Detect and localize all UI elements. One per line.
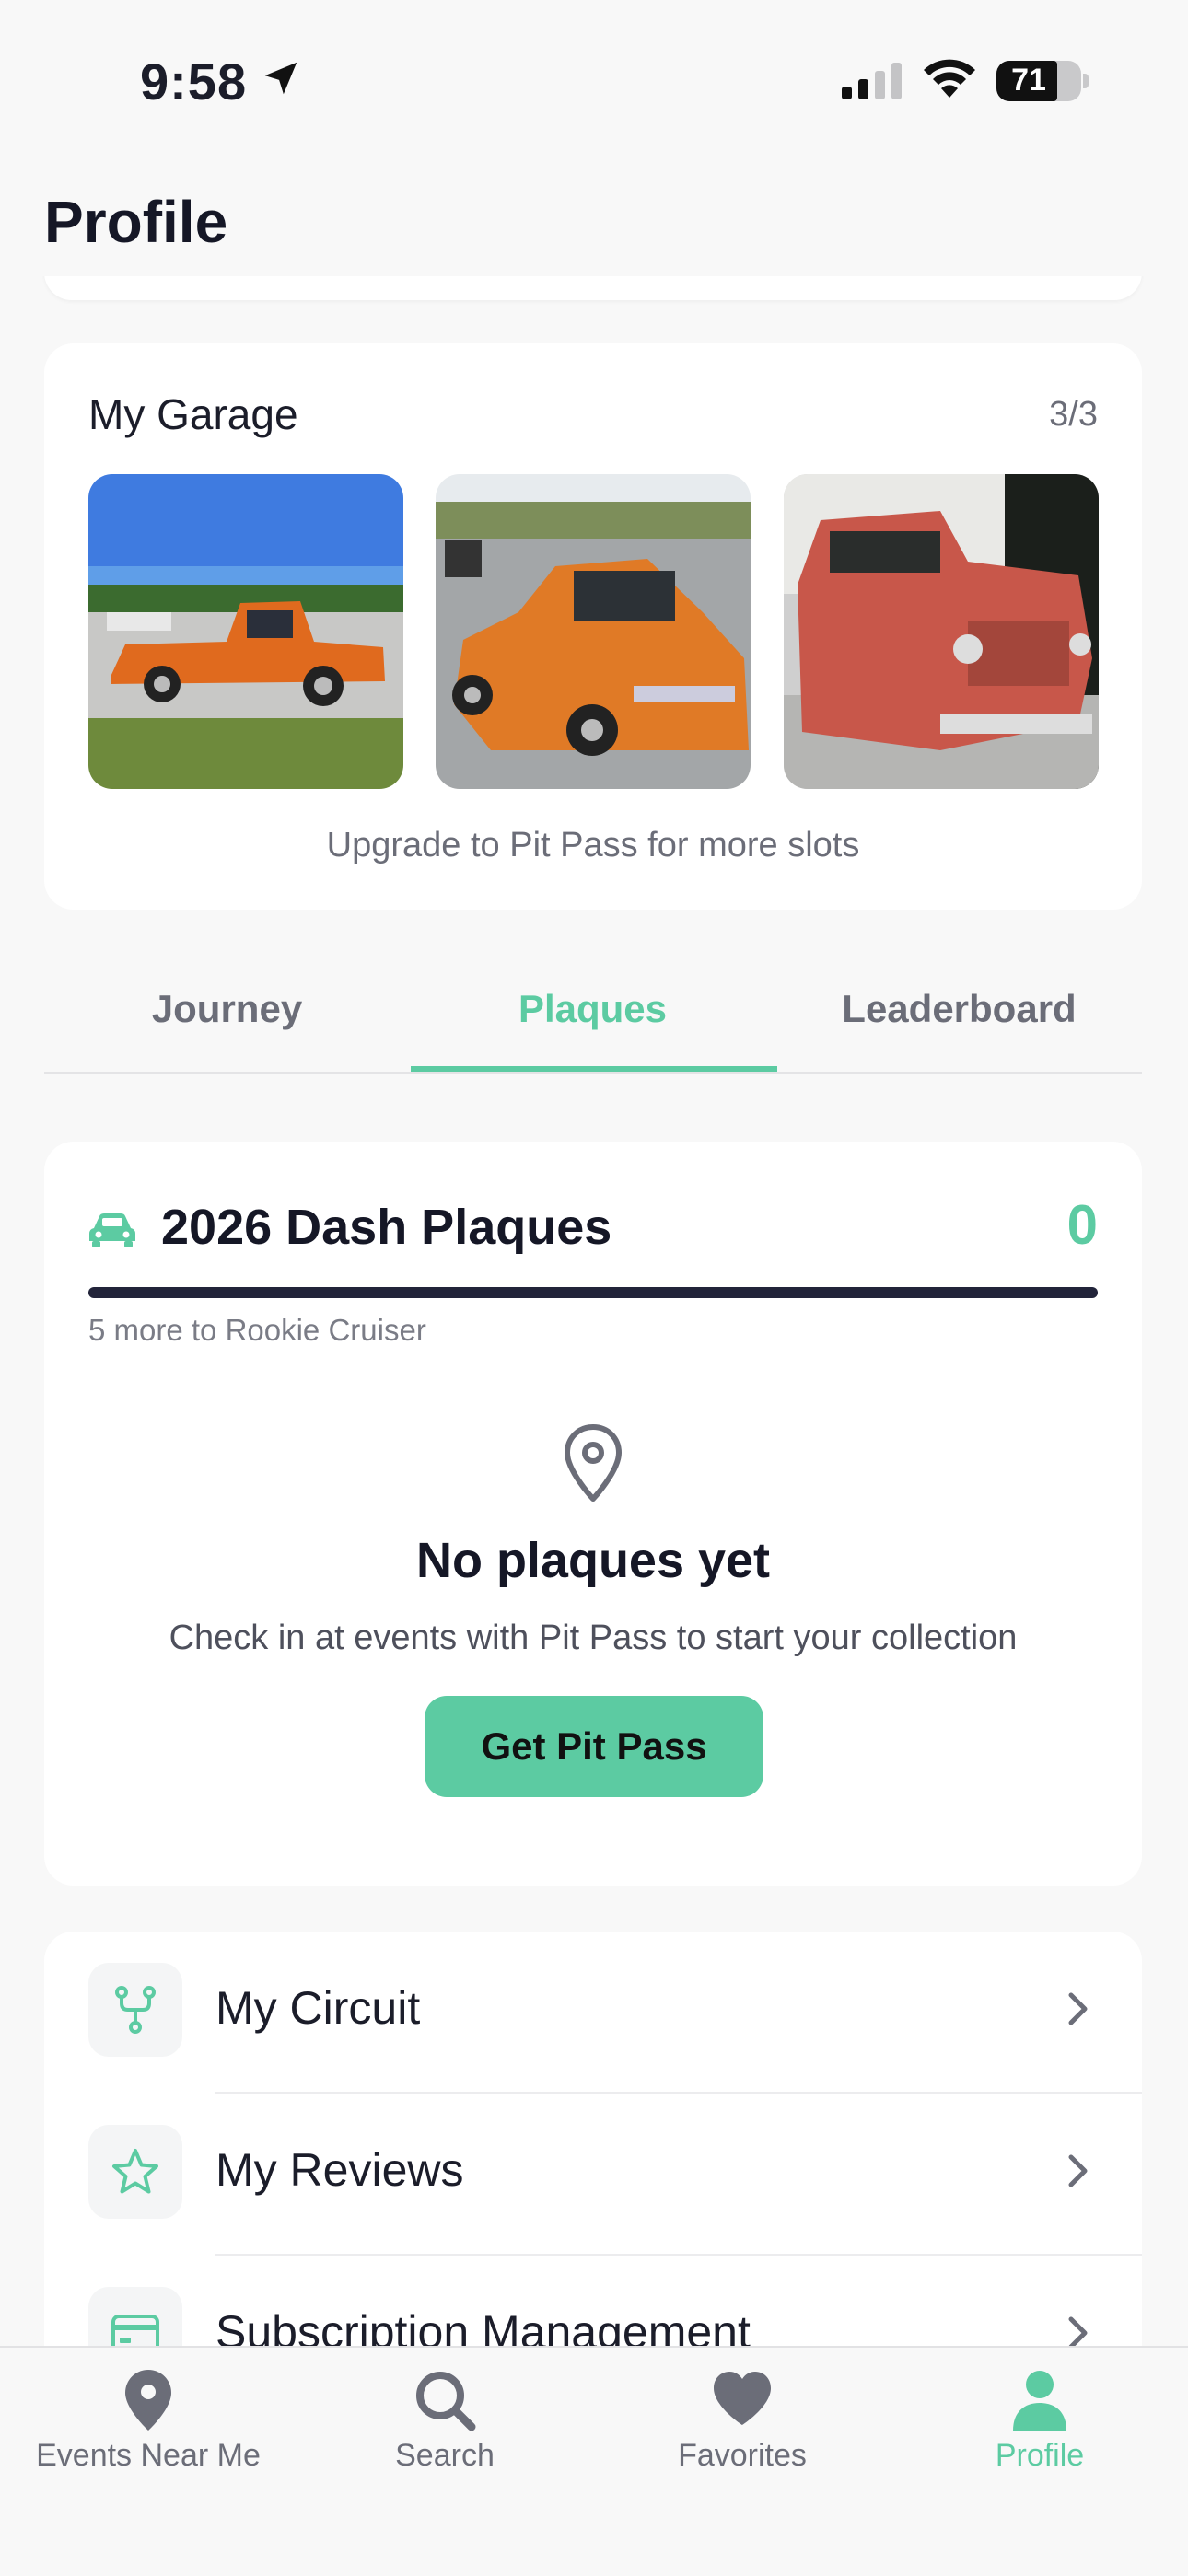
chevron-right-icon [1068, 1992, 1088, 2025]
cellular-signal-icon [842, 63, 902, 99]
tab-leaderboard[interactable]: Leaderboard [776, 987, 1142, 1031]
map-pin-icon [125, 2370, 171, 2431]
car-2-image [436, 474, 751, 789]
plaques-progress-bar [88, 1287, 1098, 1298]
chevron-right-icon [1068, 2154, 1088, 2187]
get-pit-pass-button[interactable]: Get Pit Pass [425, 1696, 763, 1797]
tabs-divider [44, 1072, 1142, 1074]
car-3-image [784, 474, 1099, 789]
menu-icon-box [88, 1963, 182, 2057]
garage-title: My Garage [88, 390, 298, 438]
menu-icon-box [88, 2125, 182, 2219]
car-photo-3[interactable] [784, 474, 1099, 789]
garage-card: My Garage 3/3 Upgrade to Pit Pass for mo… [44, 343, 1142, 910]
empty-state-title: No plaques yet [415, 1533, 771, 1588]
active-tab-indicator [411, 1066, 777, 1072]
plaques-card: 2026 Dash Plaques 0 5 more to Rookie Cru… [44, 1142, 1142, 1886]
tab-journey[interactable]: Journey [44, 987, 410, 1031]
bottom-tab-bar: Events Near Me Search Favorites Profile [0, 2346, 1188, 2576]
location-arrow-icon [264, 62, 297, 95]
menu-item-my-circuit[interactable]: My Circuit [44, 1932, 1142, 2093]
car-photo-2[interactable] [436, 474, 751, 789]
battery-indicator: 71 [996, 61, 1089, 101]
tab-profile[interactable]: Profile [891, 2368, 1188, 2474]
plaques-progress-text: 5 more to Rookie Cruiser [88, 1313, 426, 1347]
car-1-image [88, 474, 403, 789]
tab-plaques[interactable]: Plaques [410, 987, 775, 1031]
tab-label: Events Near Me [36, 2438, 261, 2473]
menu-item-label: My Reviews [215, 2144, 464, 2196]
star-icon [112, 2149, 158, 2194]
tab-search[interactable]: Search [297, 2368, 593, 2474]
plaques-title: 2026 Dash Plaques [161, 1200, 612, 1255]
search-icon [416, 2372, 476, 2431]
menu-item-label: My Circuit [215, 1982, 421, 2034]
map-pin-outline-icon [565, 1424, 622, 1502]
profile-tabs: Journey Plaques Leaderboard [44, 939, 1142, 1077]
tab-label: Search [395, 2438, 495, 2473]
circuit-icon [115, 1986, 156, 2034]
person-icon [1013, 2371, 1066, 2431]
tab-label: Profile [995, 2438, 1085, 2473]
empty-state-subtitle: Check in at events with Pit Pass to star… [169, 1619, 1018, 1657]
heart-icon [714, 2372, 771, 2425]
car-icon [89, 1213, 135, 1247]
upgrade-note[interactable]: Upgrade to Pit Pass for more slots [44, 826, 1142, 865]
tab-label: Favorites [678, 2438, 807, 2473]
garage-slot-count: 3/3 [1049, 395, 1098, 434]
tab-events-near-me[interactable]: Events Near Me [0, 2368, 297, 2474]
battery-level: 71 [1011, 63, 1046, 98]
page-title: Profile [44, 189, 228, 255]
plaques-count: 0 [1066, 1194, 1098, 1256]
tab-favorites[interactable]: Favorites [594, 2368, 891, 2474]
car-photo-1[interactable] [88, 474, 403, 789]
wifi-icon [924, 59, 975, 98]
status-bar: 9:58 71 [0, 0, 1188, 157]
status-time: 9:58 [140, 52, 248, 110]
menu-item-my-reviews[interactable]: My Reviews [44, 2094, 1142, 2255]
